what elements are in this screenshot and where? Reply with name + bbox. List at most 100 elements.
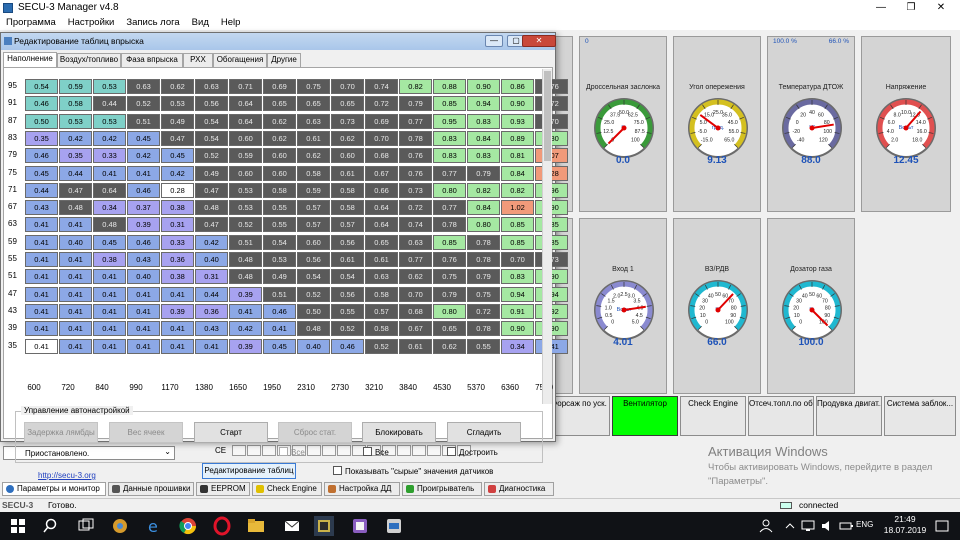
table-cell[interactable]: 0.44 — [195, 286, 228, 302]
table-cell[interactable]: 0.41 — [25, 303, 58, 319]
table-cell[interactable]: 0.46 — [127, 234, 160, 250]
website-link[interactable]: http://secu-3.org — [38, 471, 96, 480]
table-cell[interactable]: 0.41 — [127, 338, 160, 354]
table-cell[interactable]: 0.36 — [161, 252, 194, 267]
table-cell[interactable]: 0.65 — [297, 96, 330, 112]
table-cell[interactable]: 0.50 — [25, 113, 58, 129]
table-cell[interactable]: 0.78 — [467, 252, 500, 267]
table-cell[interactable]: 0.94 — [467, 96, 500, 112]
table-cell[interactable]: 0.52 — [297, 286, 330, 302]
chevron-up-icon[interactable] — [780, 516, 800, 536]
table-cell[interactable]: 0.54 — [25, 79, 58, 94]
table-cell[interactable]: 0.73 — [331, 113, 364, 129]
table-cell[interactable]: 0.40 — [297, 338, 330, 354]
table-cell[interactable]: 0.41 — [25, 321, 58, 337]
table-cell[interactable]: 0.56 — [331, 286, 364, 302]
table-cell[interactable]: 0.62 — [263, 130, 296, 146]
table-cell[interactable]: 0.80 — [433, 182, 466, 198]
table-cell[interactable]: 0.43 — [195, 321, 228, 337]
checkbox-box[interactable] — [279, 447, 288, 456]
table-cell[interactable]: 0.42 — [127, 148, 160, 164]
table-cell[interactable]: 0.41 — [93, 286, 126, 302]
people-icon[interactable] — [756, 516, 776, 536]
folder-icon[interactable] — [246, 516, 266, 536]
checkbox-box[interactable] — [333, 466, 342, 475]
table-cell[interactable]: 0.34 — [501, 338, 534, 354]
table-cell[interactable]: 0.90 — [501, 96, 534, 112]
table-cell[interactable]: 0.53 — [59, 113, 92, 129]
all-checkbox-2[interactable]: Все — [363, 447, 389, 457]
app-icon-2[interactable] — [350, 516, 370, 536]
table-cell[interactable]: 0.61 — [331, 252, 364, 267]
table-cell[interactable]: 0.58 — [59, 96, 92, 112]
table-cell[interactable]: 0.93 — [501, 113, 534, 129]
table-cell[interactable]: 0.65 — [433, 321, 466, 337]
table-cell[interactable]: 0.63 — [195, 79, 228, 94]
table-cell[interactable]: 0.60 — [331, 148, 364, 164]
table-cell[interactable]: 0.53 — [229, 182, 262, 198]
table-cell[interactable]: 0.56 — [297, 252, 330, 267]
table-cell[interactable]: 0.40 — [195, 252, 228, 267]
table-cell[interactable]: 0.60 — [263, 165, 296, 181]
table-cell[interactable]: 0.54 — [331, 269, 364, 285]
table-cell[interactable]: 0.45 — [93, 234, 126, 250]
maximize-button[interactable]: ❐ — [896, 0, 926, 16]
table-cell[interactable]: 0.62 — [331, 130, 364, 146]
tab-air-fuel[interactable]: Воздух/топливо — [57, 53, 121, 67]
table-cell[interactable]: 0.43 — [127, 252, 160, 267]
all-checkbox-1[interactable]: Все — [279, 447, 305, 457]
table-cell[interactable]: 0.58 — [263, 182, 296, 198]
table-cell[interactable]: 0.44 — [59, 165, 92, 181]
windows-start-icon[interactable] — [8, 516, 28, 536]
raw-values-checkbox[interactable]: Показывать "сырые" значения датчиков — [333, 466, 493, 476]
table-cell[interactable]: 0.41 — [263, 321, 296, 337]
table-cell[interactable]: 0.72 — [399, 200, 432, 216]
table-cell[interactable]: 0.39 — [229, 338, 262, 354]
table-cell[interactable]: 0.67 — [399, 321, 432, 337]
table-cell[interactable]: 0.41 — [127, 321, 160, 337]
menu-log[interactable]: Запись лога — [120, 16, 185, 30]
scrollbar-thumb[interactable] — [544, 71, 551, 161]
table-cell[interactable]: 0.77 — [433, 165, 466, 181]
table-cell[interactable]: 0.41 — [59, 269, 92, 285]
smooth-button[interactable]: Сгладить — [447, 422, 521, 443]
table-cell[interactable]: 0.72 — [365, 96, 398, 112]
tab-enrichment[interactable]: Обогащения — [213, 53, 267, 67]
tab-injection-phase[interactable]: Фаза впрыска — [121, 53, 183, 67]
table-cell[interactable]: 0.41 — [25, 234, 58, 250]
table-cell[interactable]: 0.58 — [365, 321, 398, 337]
table-cell[interactable]: 0.78 — [467, 321, 500, 337]
table-cell[interactable]: 0.83 — [433, 148, 466, 164]
table-cell[interactable]: 0.84 — [467, 200, 500, 216]
table-cell[interactable]: 0.52 — [195, 148, 228, 164]
table-cell[interactable]: 0.48 — [297, 321, 330, 337]
table-cell[interactable]: 0.62 — [399, 269, 432, 285]
table-cell[interactable]: 0.62 — [433, 338, 466, 354]
table-cell[interactable]: 0.42 — [229, 321, 262, 337]
table-cell[interactable]: 0.41 — [25, 286, 58, 302]
table-cell[interactable]: 0.78 — [467, 234, 500, 250]
table-cell[interactable]: 0.53 — [229, 200, 262, 216]
table-cell[interactable]: 0.55 — [331, 303, 364, 319]
table-cell[interactable]: 0.85 — [501, 234, 534, 250]
clock[interactable]: 21:49 18.07.2019 — [880, 514, 930, 536]
table-cell[interactable]: 0.59 — [59, 79, 92, 94]
table-cell[interactable]: 0.45 — [161, 148, 194, 164]
lock-button[interactable]: Блокировать — [362, 422, 436, 443]
tab-firmware[interactable]: Данные прошивки — [108, 482, 194, 496]
table-cell[interactable]: 0.49 — [263, 269, 296, 285]
table-cell[interactable]: 0.44 — [25, 182, 58, 198]
tab-fill[interactable]: Наполнение — [3, 52, 57, 67]
table-cell[interactable]: 0.61 — [297, 130, 330, 146]
table-cell[interactable]: 0.41 — [93, 303, 126, 319]
table-cell[interactable]: 0.74 — [399, 217, 432, 233]
table-cell[interactable]: 0.41 — [93, 321, 126, 337]
table-cell[interactable]: 0.56 — [331, 234, 364, 250]
menu-settings[interactable]: Настройки — [62, 16, 121, 30]
secu3-taskbar-icon[interactable] — [314, 516, 334, 536]
table-cell[interactable]: 0.58 — [331, 182, 364, 198]
table-cell[interactable]: 0.40 — [59, 234, 92, 250]
table-cell[interactable]: 0.47 — [195, 182, 228, 198]
table-cell[interactable]: 0.42 — [93, 130, 126, 146]
table-cell[interactable]: 0.47 — [161, 130, 194, 146]
